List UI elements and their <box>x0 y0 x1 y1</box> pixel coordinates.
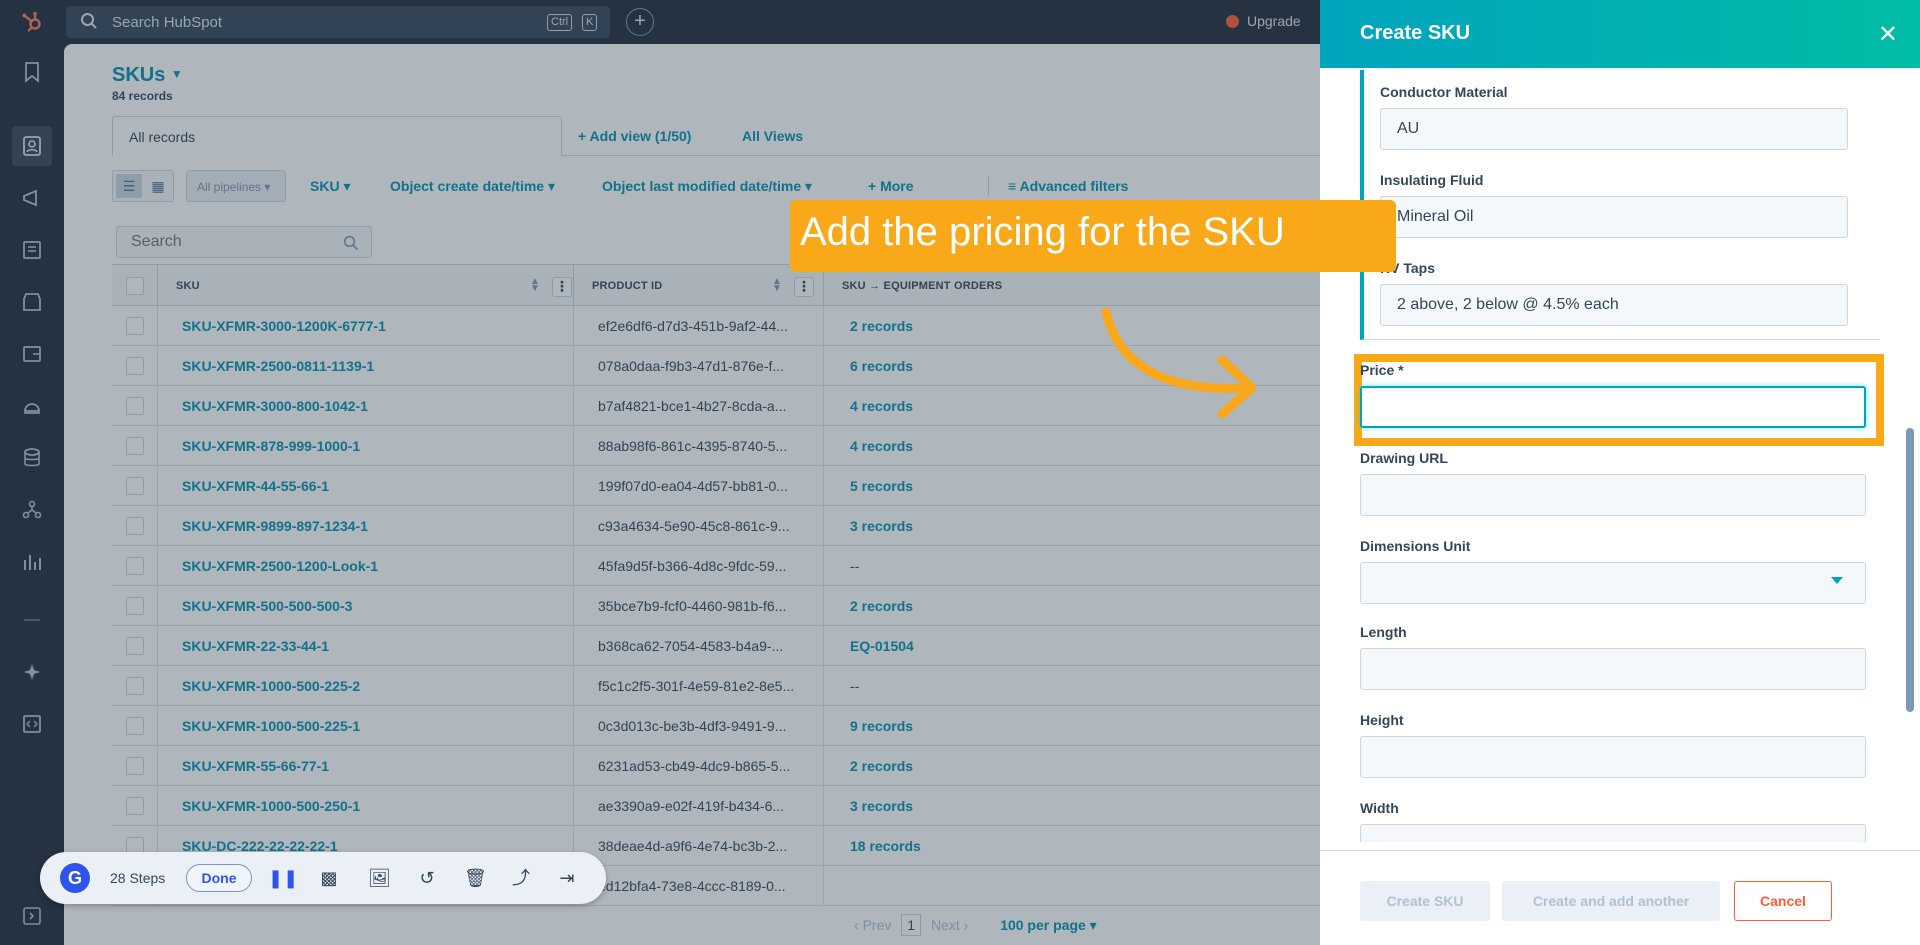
chevron-down-icon <box>1831 577 1843 584</box>
dimensions-unit-select[interactable] <box>1360 562 1866 604</box>
conductor-material-label: Conductor Material <box>1380 84 1508 100</box>
insulating-fluid-field[interactable]: Mineral Oil <box>1380 196 1848 238</box>
instruction-callout: Add the pricing for the SKU <box>790 200 1396 272</box>
dimensions-unit-label: Dimensions Unit <box>1360 538 1471 554</box>
skip-forward-icon[interactable]: ⇥ <box>556 867 578 889</box>
length-field[interactable] <box>1360 648 1866 690</box>
height-label: Height <box>1360 712 1404 728</box>
length-label: Length <box>1360 624 1407 640</box>
create-and-add-another-button[interactable]: Create and add another <box>1502 881 1720 921</box>
drawer-footer: Create SKU Create and add another Cancel <box>1320 850 1920 945</box>
scrollbar-thumb[interactable] <box>1906 428 1914 712</box>
price-input[interactable] <box>1360 386 1866 428</box>
create-sku-button[interactable]: Create SKU <box>1360 881 1490 921</box>
width-label: Width <box>1360 800 1399 816</box>
hv-taps-field[interactable]: 2 above, 2 below @ 4.5% each <box>1380 284 1848 326</box>
cancel-button[interactable]: Cancel <box>1734 881 1832 921</box>
guide-steps-count: 28 Steps <box>110 870 166 886</box>
drawer-scrollbar[interactable] <box>1906 76 1914 816</box>
guide-recorder-toolbar: G 28 Steps Done ❚❚ ▩ 🖼 ↺ 🗑 ⤴ ⇥ <box>40 852 606 904</box>
upload-arrow-icon[interactable]: ⤴ <box>510 867 532 889</box>
create-sku-drawer: Create SKU ✕ Conductor Material AU Insul… <box>1320 0 1920 945</box>
blur-icon[interactable]: ▩ <box>318 867 340 889</box>
insulating-fluid-label: Insulating Fluid <box>1380 172 1484 188</box>
drawer-title: Create SKU <box>1360 22 1471 44</box>
drawing-url-label: Drawing URL <box>1360 450 1448 466</box>
height-field[interactable] <box>1360 736 1866 778</box>
pointer-arrow-icon <box>1101 307 1257 419</box>
delete-trash-icon[interactable]: 🗑 <box>464 867 487 889</box>
close-icon[interactable]: ✕ <box>1878 20 1898 49</box>
dependent-properties-group: Conductor Material AU Insulating Fluid M… <box>1360 70 1880 340</box>
guide-logo-icon: G <box>60 863 90 893</box>
conductor-material-field[interactable]: AU <box>1380 108 1848 150</box>
image-icon[interactable]: 🖼 <box>368 867 391 889</box>
modal-backdrop[interactable] <box>0 0 1320 945</box>
guide-done-button[interactable]: Done <box>186 864 252 892</box>
drawer-header: Create SKU ✕ <box>1320 0 1920 68</box>
pause-icon[interactable]: ❚❚ <box>268 867 298 889</box>
undo-icon[interactable]: ↺ <box>416 867 438 889</box>
drawing-url-field[interactable] <box>1360 474 1866 516</box>
price-label: Price * <box>1360 362 1404 378</box>
width-field[interactable] <box>1360 824 1866 842</box>
